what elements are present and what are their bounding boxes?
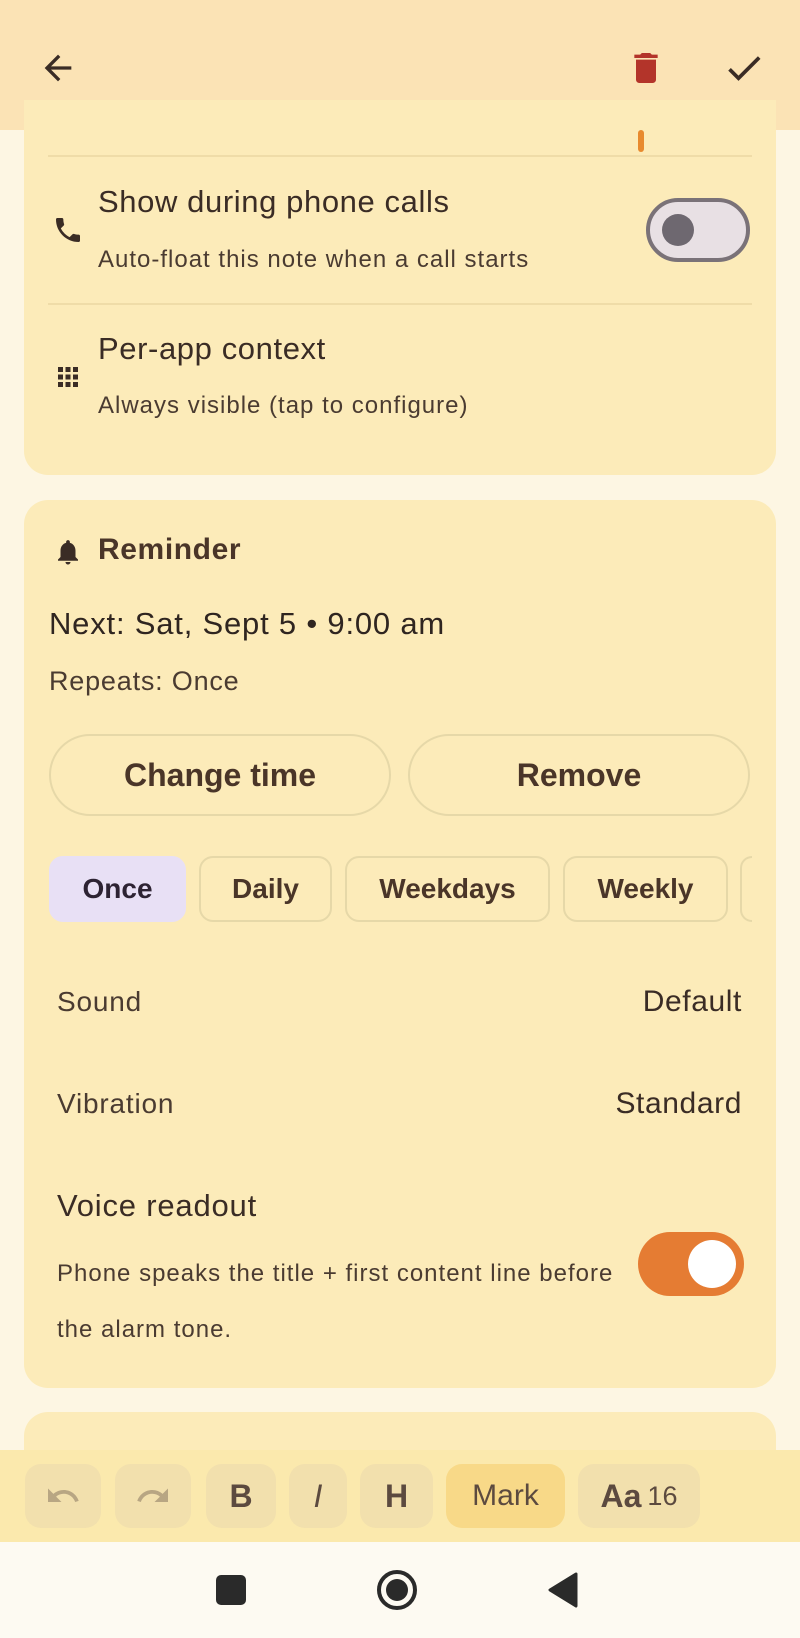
recents-button[interactable]: [205, 1564, 257, 1616]
remove-reminder-button[interactable]: Remove: [408, 734, 750, 816]
toggle-knob: [688, 1240, 736, 1288]
per-app-title[interactable]: Per-app context: [98, 331, 326, 367]
undo-icon: [48, 1488, 79, 1502]
bold-button[interactable]: B: [206, 1464, 276, 1528]
per-app-title-text: Per-app context: [98, 331, 326, 366]
square-icon: [216, 1575, 246, 1605]
trash-icon: [634, 53, 658, 83]
circle-icon: [377, 1570, 417, 1610]
vibration-label: Vibration: [57, 1088, 175, 1119]
change-time-button[interactable]: Change time: [49, 734, 391, 816]
repeat-chip-daily[interactable]: Daily: [199, 856, 332, 922]
repeat-chip-weekly[interactable]: Weekly: [563, 856, 728, 922]
phone-calls-title: Show during phone calls: [98, 184, 450, 219]
redo-icon: [137, 1488, 168, 1502]
slider-indicator: [638, 130, 644, 152]
font-size-label: Aa: [600, 1477, 642, 1514]
undo-button[interactable]: [25, 1464, 101, 1528]
voice-readout-title: Voice readout: [57, 1188, 257, 1223]
font-size-button[interactable]: Aa 16: [578, 1464, 700, 1528]
voice-readout-toggle[interactable]: [638, 1232, 744, 1296]
repeat-chip-weekdays[interactable]: Weekdays: [345, 856, 550, 922]
repeat-chip-overflow[interactable]: [740, 856, 752, 922]
arrow-left-icon: [44, 54, 72, 82]
home-button[interactable]: [371, 1564, 423, 1616]
triangle-back-icon: [548, 1572, 578, 1608]
bell-icon: [48, 532, 88, 572]
formatting-toolbar: B I H Mark Aa 16: [0, 1450, 800, 1542]
nav-back-button[interactable]: [537, 1564, 589, 1616]
phone-calls-toggle[interactable]: [646, 198, 750, 262]
divider: [48, 155, 752, 157]
phone-icon: [48, 210, 88, 250]
check-icon: [728, 56, 761, 81]
repeat-chip-once[interactable]: Once: [49, 856, 186, 922]
system-navigation-bar: [0, 1542, 800, 1638]
repeat-summary: Repeats: Once: [49, 666, 240, 696]
grid-icon: [48, 357, 88, 397]
reminder-heading: Reminder: [98, 533, 242, 566]
italic-button[interactable]: I: [289, 1464, 347, 1528]
toggle-knob: [662, 214, 694, 246]
phone-calls-subtitle: Auto-float this note when a call starts: [98, 246, 530, 273]
mark-button[interactable]: Mark: [446, 1464, 565, 1528]
delete-button[interactable]: [618, 40, 674, 96]
heading-button[interactable]: H: [360, 1464, 433, 1528]
save-button[interactable]: [716, 40, 772, 96]
divider: [48, 303, 752, 305]
sound-label: Sound: [57, 986, 142, 1017]
vibration-value[interactable]: Standard: [615, 1087, 742, 1121]
next-reminder-time: Next: Sat, Sept 5 • 9:00 am: [49, 606, 446, 641]
back-button[interactable]: [30, 40, 86, 96]
per-app-subtitle: Always visible (tap to configure): [98, 392, 469, 419]
font-size-value: 16: [647, 1480, 678, 1511]
redo-button[interactable]: [115, 1464, 191, 1528]
sound-value[interactable]: Default: [643, 985, 742, 1019]
voice-readout-subtitle: Phone speaks the title + first content l…: [57, 1260, 614, 1343]
